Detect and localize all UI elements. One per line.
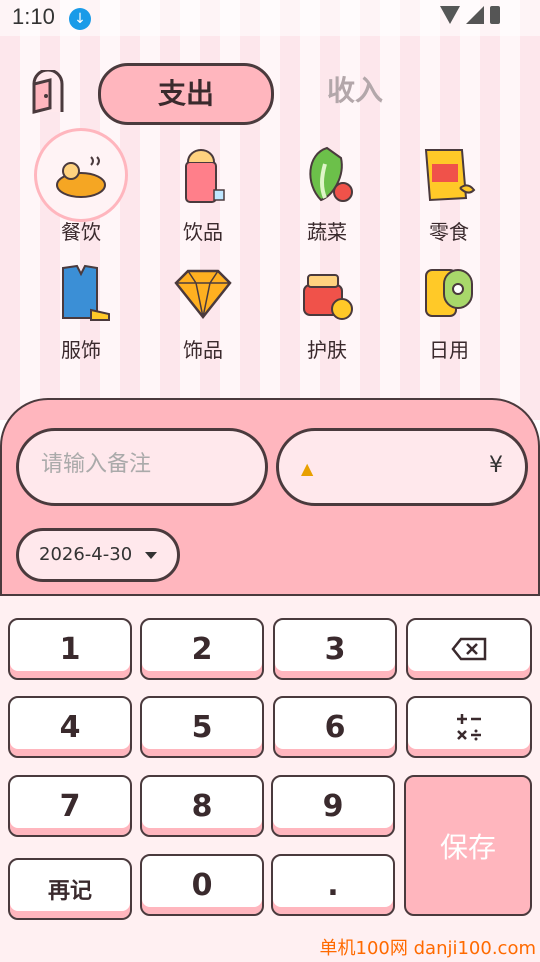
tab-income[interactable]: 收入 (300, 63, 410, 119)
category-drink[interactable]: 饮品 (158, 140, 248, 245)
date-value: 2026-4-30 (39, 544, 133, 565)
category-label: 护肤 (307, 338, 347, 362)
exit-door-icon[interactable] (28, 70, 68, 114)
status-time: 1:10 (12, 4, 55, 29)
date-selector[interactable]: 2026-4-30 (16, 528, 180, 582)
clothes-icon (46, 258, 116, 328)
currency-symbol: ¥ (489, 453, 503, 478)
calculator-operators-icon (457, 714, 481, 741)
keypad: 1 2 3 4 5 6 7 8 9 再记 0 . 保存 单机100网 danji… (0, 594, 540, 962)
download-icon: ↓ (69, 8, 91, 30)
category-clothes[interactable]: 服饰 (36, 258, 126, 363)
category-label: 饮品 (183, 220, 223, 244)
amount-field[interactable]: ▲ ¥ (276, 428, 528, 506)
chevron-down-icon (145, 552, 157, 559)
category-meal[interactable]: 餐饮 (34, 128, 128, 245)
amount-category-icon: ▲ (301, 459, 314, 478)
backspace-key[interactable] (406, 618, 532, 680)
category-jewelry[interactable]: 饰品 (158, 258, 248, 363)
snack-icon (414, 140, 484, 210)
note-input[interactable] (39, 451, 253, 478)
category-skincare[interactable]: 护肤 (282, 258, 372, 363)
key-0[interactable]: 0 (140, 854, 264, 916)
category-label: 饰品 (183, 338, 223, 362)
category-label: 蔬菜 (307, 220, 347, 244)
save-button[interactable]: 保存 (404, 775, 532, 916)
key-6[interactable]: 6 (273, 696, 397, 758)
tab-expense[interactable]: 支出 (98, 63, 274, 125)
key-8[interactable]: 8 (140, 775, 264, 837)
key-2[interactable]: 2 (140, 618, 264, 680)
battery-icon (490, 6, 500, 24)
record-again-key[interactable]: 再记 (8, 858, 132, 920)
watermark: 单机100网 danji100.com (319, 938, 536, 959)
note-field[interactable] (16, 428, 268, 506)
skincare-icon (292, 258, 362, 328)
key-4[interactable]: 4 (8, 696, 132, 758)
drink-icon (168, 140, 238, 210)
calculator-key[interactable] (406, 696, 532, 758)
signal-icon (466, 6, 484, 24)
key-9[interactable]: 9 (271, 775, 395, 837)
vegetable-icon (292, 140, 362, 210)
category-label: 零食 (429, 220, 469, 244)
category-vegetable[interactable]: 蔬菜 (282, 140, 372, 245)
status-bar: 1:10 ↓ (0, 0, 540, 36)
daily-use-icon (414, 258, 484, 328)
category-snack[interactable]: 零食 (404, 140, 494, 245)
key-decimal[interactable]: . (271, 854, 395, 916)
meal-icon (46, 140, 116, 210)
category-daily-use[interactable]: 日用 (404, 258, 494, 363)
wifi-icon (440, 6, 460, 24)
backspace-icon (451, 637, 487, 661)
jewelry-icon (168, 258, 238, 328)
key-7[interactable]: 7 (8, 775, 132, 837)
key-1[interactable]: 1 (8, 618, 132, 680)
key-3[interactable]: 3 (273, 618, 397, 680)
category-label: 日用 (429, 338, 469, 362)
key-5[interactable]: 5 (140, 696, 264, 758)
category-label: 服饰 (61, 338, 101, 362)
